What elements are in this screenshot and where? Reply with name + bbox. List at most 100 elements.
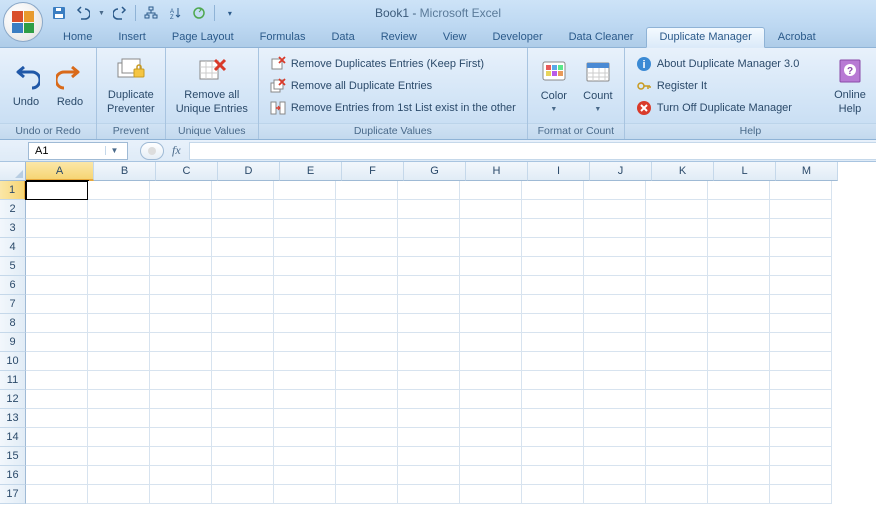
cell[interactable] [522, 295, 584, 314]
cell[interactable] [398, 390, 460, 409]
tab-duplicate-manager[interactable]: Duplicate Manager [646, 27, 764, 48]
cell[interactable] [398, 314, 460, 333]
tab-developer[interactable]: Developer [479, 27, 555, 47]
cell[interactable] [150, 200, 212, 219]
row-header[interactable]: 7 [0, 295, 26, 314]
cell[interactable] [770, 333, 832, 352]
cell[interactable] [150, 466, 212, 485]
cell[interactable] [584, 333, 646, 352]
cell[interactable] [398, 181, 460, 200]
cell[interactable] [336, 238, 398, 257]
cell[interactable] [708, 257, 770, 276]
cell[interactable] [336, 485, 398, 504]
cell[interactable] [460, 276, 522, 295]
cell[interactable] [770, 409, 832, 428]
cell[interactable] [274, 200, 336, 219]
tab-formulas[interactable]: Formulas [247, 27, 319, 47]
cell[interactable] [336, 200, 398, 219]
cell[interactable] [88, 314, 150, 333]
cell[interactable] [150, 371, 212, 390]
undo-icon[interactable] [74, 4, 92, 22]
cell[interactable] [584, 276, 646, 295]
cell[interactable] [770, 238, 832, 257]
cell[interactable] [26, 485, 88, 504]
cell[interactable] [770, 314, 832, 333]
cell[interactable] [212, 371, 274, 390]
cell[interactable] [398, 333, 460, 352]
cell[interactable] [522, 409, 584, 428]
register-button[interactable]: Register It [633, 77, 802, 95]
cell[interactable] [646, 447, 708, 466]
row-header[interactable]: 14 [0, 428, 26, 447]
duplicate-preventer-button[interactable]: Duplicate Preventer [101, 50, 161, 121]
cell[interactable] [274, 371, 336, 390]
cell[interactable] [708, 485, 770, 504]
cell[interactable] [336, 333, 398, 352]
cell[interactable] [26, 352, 88, 371]
remove-duplicates-keep-first[interactable]: Remove Duplicates Entries (Keep First) [267, 55, 519, 73]
cell[interactable] [398, 485, 460, 504]
cell[interactable] [584, 409, 646, 428]
cell[interactable] [522, 352, 584, 371]
cell[interactable] [150, 447, 212, 466]
hierarchy-icon[interactable] [142, 4, 160, 22]
cell[interactable] [460, 295, 522, 314]
cell[interactable] [88, 485, 150, 504]
cell[interactable] [274, 352, 336, 371]
row-header[interactable]: 10 [0, 352, 26, 371]
cell[interactable] [212, 276, 274, 295]
row-header[interactable]: 12 [0, 390, 26, 409]
cell[interactable] [398, 219, 460, 238]
cell[interactable] [460, 466, 522, 485]
cell[interactable] [522, 257, 584, 276]
cell[interactable] [274, 409, 336, 428]
online-help-button[interactable]: ? Online Help [828, 50, 872, 121]
remove-unique-button[interactable]: Remove all Unique Entries [170, 50, 254, 121]
cell[interactable] [646, 257, 708, 276]
cell[interactable] [770, 200, 832, 219]
cell[interactable] [646, 352, 708, 371]
cell[interactable] [522, 333, 584, 352]
cell[interactable] [274, 333, 336, 352]
cell[interactable] [460, 371, 522, 390]
cell[interactable] [274, 295, 336, 314]
cell[interactable] [522, 181, 584, 200]
cell[interactable] [274, 276, 336, 295]
cell[interactable] [646, 314, 708, 333]
row-header[interactable]: 8 [0, 314, 26, 333]
cell[interactable] [150, 390, 212, 409]
column-header[interactable]: M [776, 162, 838, 181]
cell[interactable] [212, 181, 274, 200]
cell[interactable] [770, 447, 832, 466]
cell[interactable] [26, 314, 88, 333]
cell[interactable] [770, 181, 832, 200]
undo-button[interactable]: Undo [4, 50, 48, 121]
cell[interactable] [26, 238, 88, 257]
cell[interactable] [212, 447, 274, 466]
cell[interactable] [646, 219, 708, 238]
cell[interactable] [460, 219, 522, 238]
cell[interactable] [522, 238, 584, 257]
cell[interactable] [274, 181, 336, 200]
cell[interactable] [150, 352, 212, 371]
cell[interactable] [398, 200, 460, 219]
cell[interactable] [150, 181, 212, 200]
cell[interactable] [770, 295, 832, 314]
cell[interactable] [88, 257, 150, 276]
cell[interactable] [336, 257, 398, 276]
cell[interactable] [646, 276, 708, 295]
cell[interactable] [150, 409, 212, 428]
cell[interactable] [460, 333, 522, 352]
cell[interactable] [522, 371, 584, 390]
cell[interactable] [646, 485, 708, 504]
cell[interactable] [150, 333, 212, 352]
cell[interactable] [336, 466, 398, 485]
cell[interactable] [708, 238, 770, 257]
column-header[interactable]: C [156, 162, 218, 181]
cell[interactable] [88, 352, 150, 371]
cell[interactable] [212, 314, 274, 333]
cell[interactable] [212, 219, 274, 238]
cell[interactable] [212, 238, 274, 257]
cell[interactable] [770, 485, 832, 504]
cell[interactable] [274, 390, 336, 409]
